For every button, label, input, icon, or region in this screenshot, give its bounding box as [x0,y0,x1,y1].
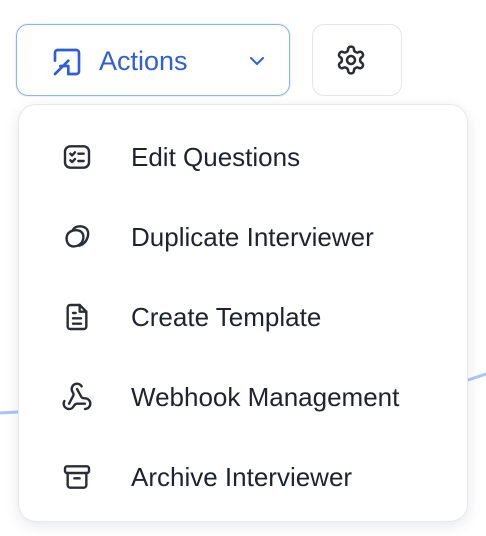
actions-label: Actions [99,46,188,76]
menu-item-label: Create Template [131,302,322,332]
menu-item-create-template[interactable]: Create Template [19,265,469,345]
menu-item-label: Duplicate Interviewer [131,222,374,252]
menu-item-edit-questions[interactable]: Edit Questions [19,105,469,185]
actions-dropdown-button[interactable]: Actions [16,24,290,96]
settings-button[interactable] [312,24,402,96]
menu-item-label: Webhook Management [131,382,400,412]
archive-icon [63,465,91,489]
menu-item-webhook-management[interactable]: Webhook Management [19,345,469,425]
duplicate-icon [65,225,90,248]
document-icon [66,303,88,331]
menu-item-label: Edit Questions [131,142,301,172]
square-arrow-up-left-icon [53,48,81,76]
gear-icon [337,45,365,75]
webhook-icon [62,382,92,411]
checklist-icon [63,145,91,169]
menu-item-label: Archive Interviewer [131,462,353,492]
menu-item-duplicate-interviewer[interactable]: Duplicate Interviewer [19,185,469,265]
menu-item-archive-interviewer[interactable]: Archive Interviewer [19,425,469,505]
chevron-down-icon [250,57,264,65]
actions-dropdown-menu: Edit Questions Duplicate Interviewer Cre… [18,104,468,522]
